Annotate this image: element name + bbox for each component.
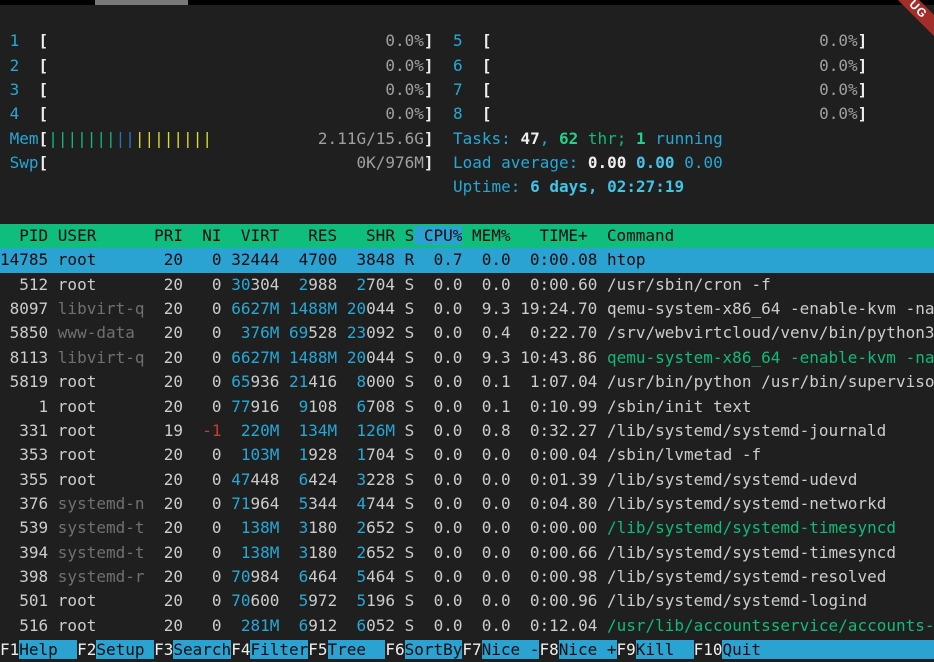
fkey-f8-nice-[interactable]: Nice + <box>559 640 617 659</box>
top-tab-indicator <box>95 0 188 5</box>
process-row-394[interactable]: 394 systemd-t 20 0 138M 3180 2652 S 0.0 … <box>0 541 934 565</box>
swap-meter: Swp[ 0K/976M] <box>0 151 434 175</box>
fkey-key-f2: F2 <box>77 640 96 659</box>
fkey-f10-quit[interactable]: Quit <box>722 640 934 659</box>
process-row-516[interactable]: 516 root 20 0 281M 6912 6052 S 0.0 0.0 0… <box>0 614 934 638</box>
uptime: Uptime: 6 days, 02:27:19 <box>453 175 867 199</box>
process-table-header[interactable]: PID USER PRI NI VIRT RES SHR S CPU% MEM%… <box>0 224 934 248</box>
process-row-353[interactable]: 353 root 20 0 103M 1928 1704 S 0.0 0.0 0… <box>0 443 934 467</box>
cpu-meter-1: 1 [ 0.0%] <box>0 29 434 53</box>
process-row-539[interactable]: 539 systemd-t 20 0 138M 3180 2652 S 0.0 … <box>0 516 934 540</box>
process-row-501[interactable]: 501 root 20 0 70600 5972 5196 S 0.0 0.0 … <box>0 589 934 613</box>
fkey-key-f5: F5 <box>308 640 327 659</box>
fkey-key-f7: F7 <box>462 640 481 659</box>
cpu-meter-6: 6 [ 0.0%] <box>453 54 867 78</box>
cpu-meter-3: 3 [ 0.0%] <box>0 78 434 102</box>
process-row-5819[interactable]: 5819 root 20 0 65936 21416 8000 S 0.0 0.… <box>0 370 934 394</box>
meters-right-column: 5 [ 0.0%]6 [ 0.0%]7 [ 0.0%]8 [ 0.0%]Task… <box>453 29 867 199</box>
fkey-key-f8: F8 <box>539 640 558 659</box>
load-average: Load average: 0.00 0.00 0.00 <box>453 151 867 175</box>
process-row-398[interactable]: 398 systemd-r 20 0 70984 6464 5464 S 0.0… <box>0 565 934 589</box>
fkey-f2-setup[interactable]: Setup <box>96 640 154 659</box>
fkey-f1-help[interactable]: Help <box>19 640 77 659</box>
function-key-bar: F1Help F2Setup F3SearchF4FilterF5Tree F6… <box>0 638 934 662</box>
memory-meter: Mem[||||||||||||||||| 2.11G/15.6G] <box>0 127 434 151</box>
cpu-meter-7: 7 [ 0.0%] <box>453 78 867 102</box>
process-table: PID USER PRI NI VIRT RES SHR S CPU% MEM%… <box>0 224 934 638</box>
fkey-key-f1: F1 <box>0 640 19 659</box>
fkey-f3-search[interactable]: Search <box>173 640 231 659</box>
fkey-key-f3: F3 <box>154 640 173 659</box>
process-row-5850[interactable]: 5850 www-data 20 0 376M 69528 23092 S 0.… <box>0 321 934 345</box>
fkey-key-f4: F4 <box>231 640 250 659</box>
cpu-meter-5: 5 [ 0.0%] <box>453 29 867 53</box>
debug-ribbon: UG <box>876 0 934 58</box>
fkey-key-f10: F10 <box>694 640 723 659</box>
fkey-key-f6: F6 <box>385 640 404 659</box>
process-row-8097[interactable]: 8097 libvirt-q 20 0 6627M 1488M 20044 S … <box>0 297 934 321</box>
cpu-meter-8: 8 [ 0.0%] <box>453 102 867 126</box>
fkey-f6-sortby[interactable]: SortBy <box>405 640 463 659</box>
fkey-f4-filter[interactable]: Filter <box>250 640 308 659</box>
cpu-meter-4: 4 [ 0.0%] <box>0 102 434 126</box>
ribbon-label: UG <box>877 0 934 50</box>
fkey-f7-nice-[interactable]: Nice - <box>482 640 540 659</box>
sort-column-cpu[interactable]: CPU% <box>414 226 462 245</box>
window-top-strip <box>0 0 934 5</box>
htop-terminal: 1 [ 0.0%] 2 [ 0.0%] 3 [ 0.0%] 4 [ 0.0%] … <box>0 0 934 662</box>
process-row-331[interactable]: 331 root 19 -1 220M 134M 126M S 0.0 0.8 … <box>0 419 934 443</box>
tasks-summary: Tasks: 47, 62 thr; 1 running <box>453 127 867 151</box>
process-row-512[interactable]: 512 root 20 0 30304 2988 2704 S 0.0 0.0 … <box>0 273 934 297</box>
fkey-f5-tree[interactable]: Tree <box>328 640 386 659</box>
process-row-14785[interactable]: 14785 root 20 0 32444 4700 3848 R 0.7 0.… <box>0 248 934 272</box>
fkey-key-f9: F9 <box>617 640 636 659</box>
fkey-f9-kill[interactable]: Kill <box>636 640 694 659</box>
process-row-1[interactable]: 1 root 20 0 77916 9108 6708 S 0.0 0.1 0:… <box>0 395 934 419</box>
meters-left-column: 1 [ 0.0%] 2 [ 0.0%] 3 [ 0.0%] 4 [ 0.0%] … <box>0 29 434 175</box>
process-row-8113[interactable]: 8113 libvirt-q 20 0 6627M 1488M 20044 S … <box>0 346 934 370</box>
cpu-meter-2: 2 [ 0.0%] <box>0 54 434 78</box>
process-row-376[interactable]: 376 systemd-n 20 0 71964 5344 4744 S 0.0… <box>0 492 934 516</box>
process-row-355[interactable]: 355 root 20 0 47448 6424 3228 S 0.0 0.0 … <box>0 468 934 492</box>
